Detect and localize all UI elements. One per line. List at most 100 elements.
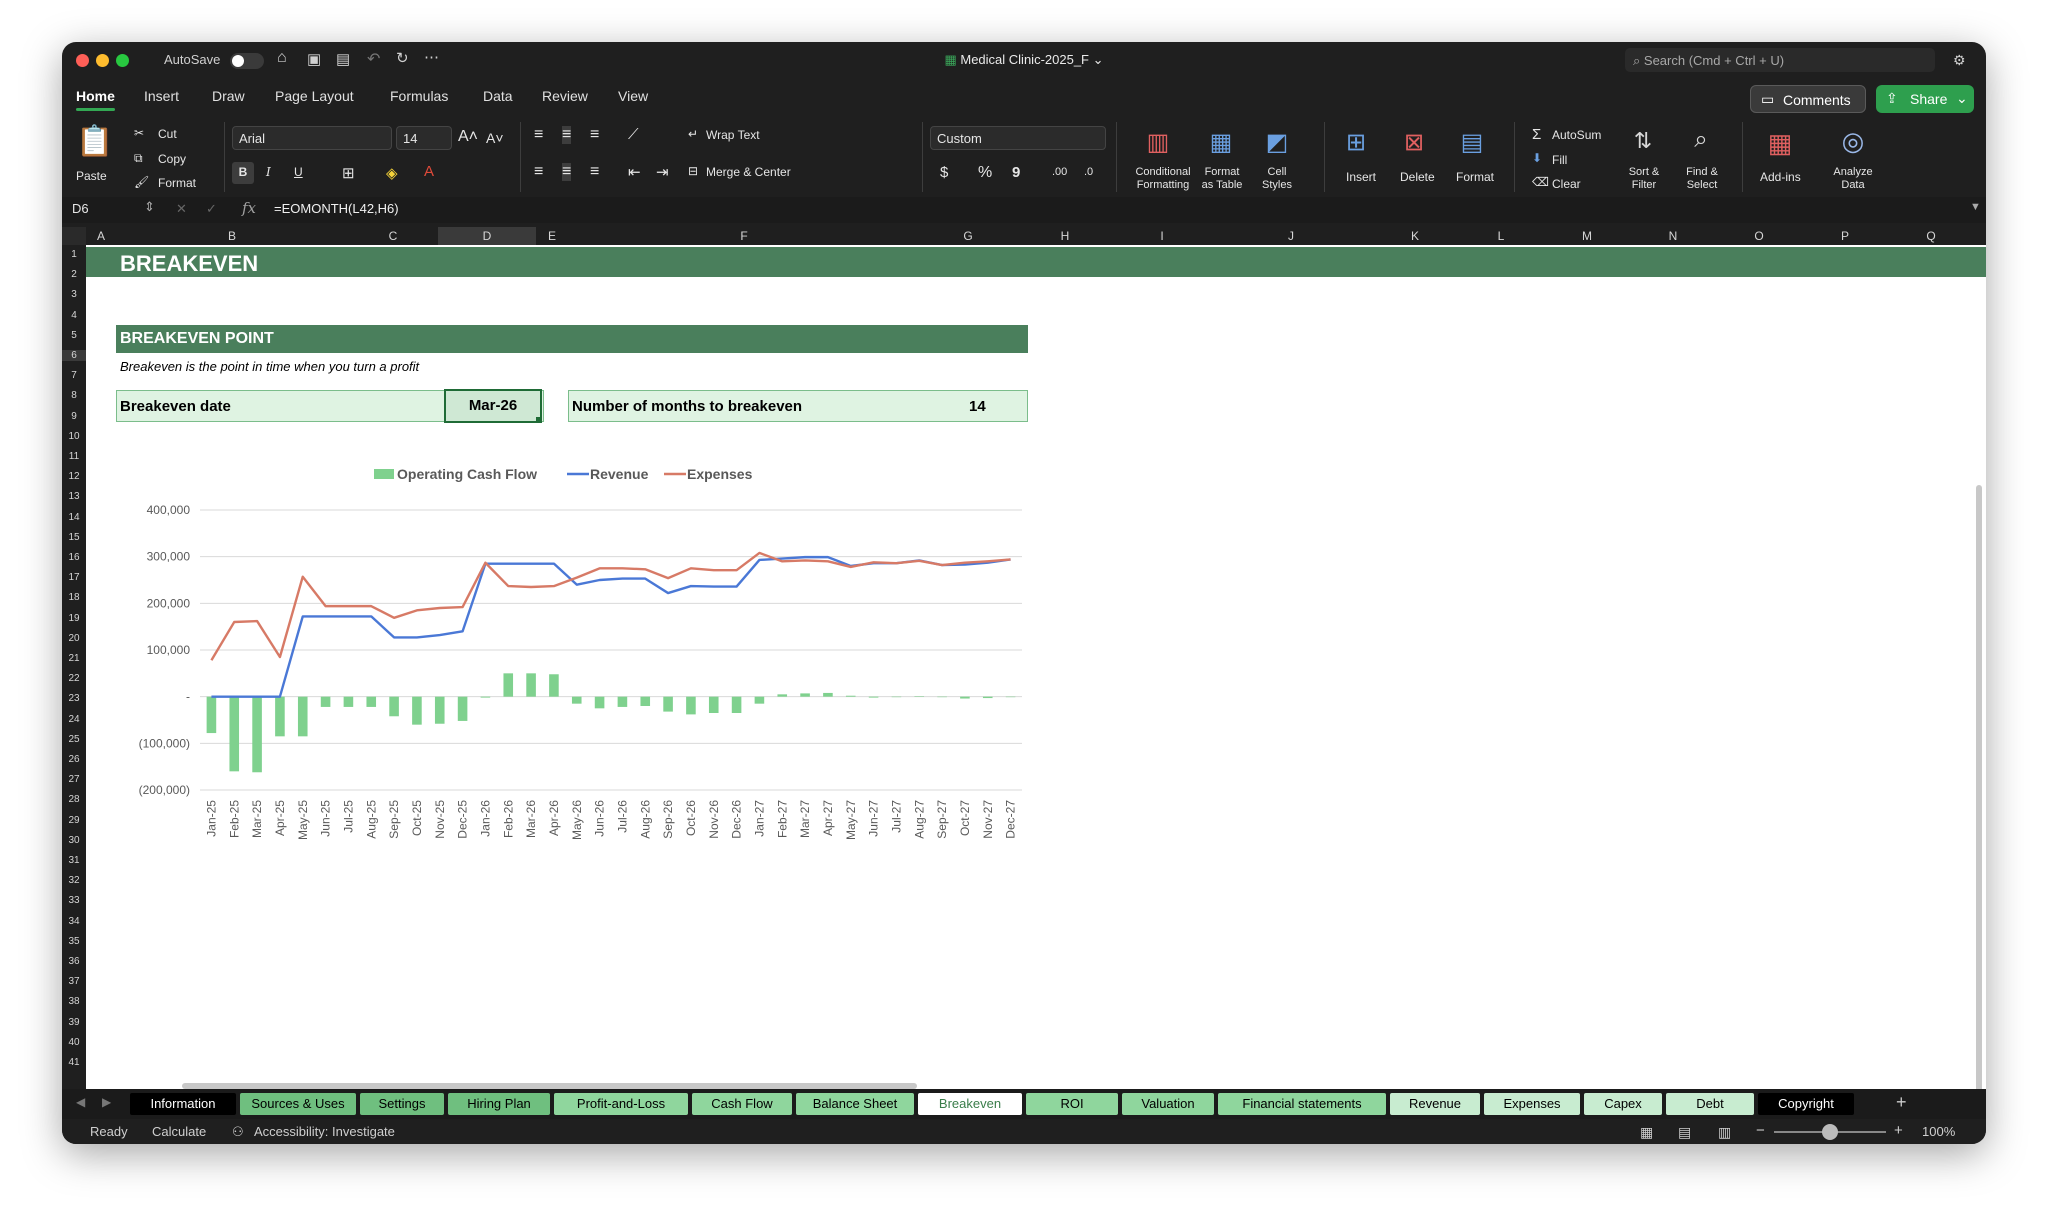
autosum-button[interactable]: AutoSum — [1552, 128, 1601, 142]
comments-button[interactable]: ▭ Comments — [1750, 85, 1866, 113]
format-painter-button[interactable]: Format — [158, 176, 196, 190]
delete-cells-button[interactable]: Delete — [1400, 170, 1435, 184]
row-header[interactable]: 6 — [62, 350, 86, 361]
row-header[interactable]: 21 — [62, 653, 86, 664]
copy-icon[interactable]: ⧉ — [134, 151, 143, 166]
add-ins-button[interactable]: Add-ins — [1760, 170, 1801, 184]
tab-insert[interactable]: Insert — [144, 88, 179, 104]
col-header[interactable]: N — [1630, 229, 1716, 243]
row-header[interactable]: 16 — [62, 552, 86, 563]
find-select-button[interactable]: Find & Select — [1678, 166, 1726, 192]
row-header[interactable]: 18 — [62, 592, 86, 603]
months-to-breakeven-box[interactable]: Number of months to breakeven 14 — [568, 390, 1028, 422]
sheet-tab[interactable]: Breakeven — [918, 1093, 1022, 1115]
col-header[interactable]: L — [1458, 229, 1544, 243]
insert-cells-icon[interactable]: ⊞ — [1338, 128, 1374, 160]
breakeven-date-cell[interactable]: Mar-26 — [444, 389, 542, 423]
align-bottom-icon[interactable]: ≡ — [590, 126, 599, 144]
col-header[interactable]: P — [1802, 229, 1888, 243]
zoom-in-icon[interactable]: + — [1894, 1122, 1903, 1139]
decrease-indent-icon[interactable]: ⇤ — [628, 163, 641, 181]
name-box[interactable]: D6 — [72, 201, 89, 216]
row-header[interactable]: 13 — [62, 491, 86, 502]
analyze-data-icon[interactable]: ◎ — [1834, 126, 1872, 162]
row-header[interactable]: 23 — [62, 693, 86, 704]
wrap-text-icon[interactable]: ↵ — [688, 127, 698, 141]
row-header[interactable]: 17 — [62, 572, 86, 583]
wrap-text-button[interactable]: Wrap Text — [706, 128, 760, 142]
comma-button[interactable]: 9 — [1012, 164, 1020, 181]
col-header[interactable]: E — [536, 229, 568, 243]
align-top-icon[interactable]: ≡ — [534, 126, 543, 144]
number-format-select[interactable]: Custom — [930, 126, 1106, 150]
col-header[interactable]: H — [1016, 229, 1114, 243]
row-header[interactable]: 3 — [62, 289, 86, 300]
row-header[interactable]: 22 — [62, 673, 86, 684]
scroll-tabs-left-icon[interactable]: ◀ — [76, 1095, 85, 1109]
percent-button[interactable]: % — [978, 164, 992, 182]
row-header[interactable]: 27 — [62, 774, 86, 785]
underline-button[interactable]: U — [294, 165, 303, 179]
sheet-tab[interactable]: Revenue — [1390, 1093, 1480, 1115]
col-header[interactable]: K — [1372, 229, 1458, 243]
tab-page-layout[interactable]: Page Layout — [275, 88, 354, 104]
zoom-slider-thumb[interactable] — [1822, 1124, 1838, 1140]
tab-data[interactable]: Data — [483, 88, 513, 104]
row-header[interactable]: 19 — [62, 613, 86, 624]
eraser-icon[interactable]: ⌫ — [1532, 175, 1549, 189]
sort-filter-button[interactable]: Sort & Filter — [1622, 166, 1666, 192]
calculate-button[interactable]: Calculate — [152, 1124, 206, 1139]
conditional-formatting-button[interactable]: Conditional Formatting — [1126, 166, 1200, 192]
decrease-decimal-icon[interactable]: .0 — [1084, 166, 1093, 178]
row-header[interactable]: 39 — [62, 1017, 86, 1028]
row-header[interactable]: 36 — [62, 956, 86, 967]
row-header[interactable]: 24 — [62, 714, 86, 725]
row-header[interactable]: 10 — [62, 431, 86, 442]
row-header[interactable]: 11 — [62, 451, 86, 462]
col-header[interactable]: I — [1114, 229, 1210, 243]
name-box-stepper-icon[interactable]: ⇕ — [144, 199, 155, 215]
formula-input[interactable]: =EOMONTH(L42,H6) — [274, 201, 399, 216]
chevron-down-icon[interactable]: ⌄ — [1093, 52, 1104, 67]
chevron-down-icon[interactable]: ⌄ — [1956, 90, 1968, 107]
sheet-tab[interactable]: Copyright — [1758, 1093, 1854, 1115]
copy-button[interactable]: Copy — [158, 152, 186, 166]
tab-home[interactable]: Home — [76, 88, 115, 111]
row-header[interactable]: 4 — [62, 310, 86, 321]
orientation-icon[interactable]: ⟋ — [628, 126, 639, 143]
sheet-tab[interactable]: Hiring Plan — [448, 1093, 550, 1115]
row-header[interactable]: 35 — [62, 936, 86, 947]
col-header[interactable]: D — [438, 229, 536, 243]
col-header[interactable]: B — [116, 229, 348, 243]
scroll-tabs-right-icon[interactable]: ▶ — [102, 1095, 111, 1109]
row-header[interactable]: 28 — [62, 794, 86, 805]
select-all-button[interactable] — [62, 227, 86, 245]
fill-color-icon[interactable]: ◈ — [386, 164, 398, 182]
row-header[interactable]: 14 — [62, 512, 86, 523]
row-header[interactable]: 25 — [62, 734, 86, 745]
shrink-font-icon[interactable]: A˅ — [486, 130, 504, 146]
col-header[interactable]: A — [86, 229, 116, 243]
merge-center-icon[interactable]: ⊟ — [688, 164, 698, 178]
row-header[interactable]: 12 — [62, 471, 86, 482]
row-header[interactable]: 2 — [62, 269, 86, 280]
font-color-icon[interactable]: A — [424, 163, 434, 180]
row-header[interactable]: 7 — [62, 370, 86, 381]
row-header[interactable]: 41 — [62, 1057, 86, 1068]
tab-view[interactable]: View — [618, 88, 648, 104]
bold-button[interactable]: B — [232, 162, 254, 184]
col-header[interactable]: M — [1544, 229, 1630, 243]
increase-indent-icon[interactable]: ⇥ — [656, 163, 669, 181]
sheet-tab[interactable]: Capex — [1584, 1093, 1662, 1115]
vertical-scrollbar[interactable] — [1976, 485, 1982, 1144]
sheet-tab[interactable]: Settings — [360, 1093, 444, 1115]
row-header[interactable]: 32 — [62, 875, 86, 886]
cell-styles-icon[interactable]: ◩ — [1260, 128, 1294, 160]
paste-label[interactable]: Paste — [76, 169, 107, 183]
accessibility-status[interactable]: Accessibility: Investigate — [254, 1124, 395, 1139]
row-header[interactable]: 40 — [62, 1037, 86, 1048]
sheet-tab[interactable]: Expenses — [1484, 1093, 1580, 1115]
zoom-out-icon[interactable]: − — [1756, 1122, 1765, 1139]
col-header[interactable]: G — [920, 229, 1016, 243]
row-header[interactable]: 34 — [62, 916, 86, 927]
